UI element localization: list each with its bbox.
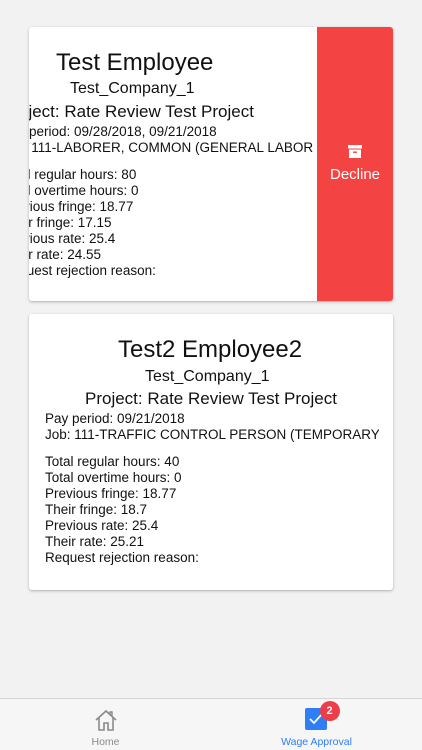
- job: Job: 111-LABORER, COMMON (GENERAL LABOR …: [29, 140, 317, 155]
- decline-button[interactable]: Decline: [317, 27, 393, 301]
- company-name: Test_Company_1: [70, 80, 195, 97]
- previous-rate: Previous rate: 25.4: [29, 231, 116, 246]
- notification-badge: 2: [319, 701, 340, 721]
- employee-name: Test2 Employee2: [118, 336, 303, 363]
- rejection-reason: Request rejection reason:: [45, 550, 199, 565]
- bottom-tab-bar: Home 2 Wage Approval: [0, 698, 422, 750]
- card-content-viewport: Test2 Employee2 Test_Company_1 Project: …: [29, 314, 379, 590]
- card-content-viewport: Test Employee Test_Company_1 Project: Ra…: [29, 27, 317, 301]
- their-fringe: Their fringe: 17.15: [29, 215, 112, 230]
- company-name: Test_Company_1: [145, 368, 270, 385]
- home-icon: [94, 708, 118, 732]
- tab-home-label: Home: [91, 736, 120, 748]
- pay-period: Pay period: 09/21/2018: [45, 411, 185, 426]
- tab-wage-approval[interactable]: 2 Wage Approval: [211, 699, 422, 750]
- previous-fringe: Previous fringe: 18.77: [29, 199, 134, 214]
- total-overtime-hours: Total overtime hours: 0: [29, 183, 139, 198]
- job: Job: 111-TRAFFIC CONTROL PERSON (TEMPORA…: [45, 427, 379, 442]
- decline-label: Decline: [329, 166, 381, 183]
- rejection-reason: Request rejection reason:: [29, 263, 156, 278]
- their-fringe: Their fringe: 18.7: [45, 502, 148, 517]
- tab-wage-approval-label: Wage Approval: [281, 736, 352, 748]
- employee-name: Test Employee: [56, 49, 214, 76]
- their-rate: Their rate: 24.55: [29, 247, 102, 262]
- previous-fringe: Previous fringe: 18.77: [45, 486, 177, 501]
- archive-icon: [348, 145, 362, 158]
- project-name: Project: Rate Review Test Project: [29, 102, 254, 121]
- wage-approval-icon-wrap: 2: [304, 701, 340, 732]
- previous-rate: Previous rate: 25.4: [45, 518, 159, 533]
- tab-home[interactable]: Home: [0, 699, 211, 750]
- approval-card-1[interactable]: Test Employee Test_Company_1 Project: Ra…: [29, 27, 393, 301]
- approval-card-2[interactable]: Test2 Employee2 Test_Company_1 Project: …: [29, 314, 393, 590]
- their-rate: Their rate: 25.21: [45, 534, 145, 549]
- total-regular-hours: Total regular hours: 40: [45, 454, 180, 469]
- total-regular-hours: Total regular hours: 80: [29, 167, 137, 182]
- total-overtime-hours: Total overtime hours: 0: [45, 470, 182, 485]
- pay-period: Pay period: 09/28/2018, 09/21/2018: [29, 124, 217, 139]
- project-name: Project: Rate Review Test Project: [85, 389, 337, 408]
